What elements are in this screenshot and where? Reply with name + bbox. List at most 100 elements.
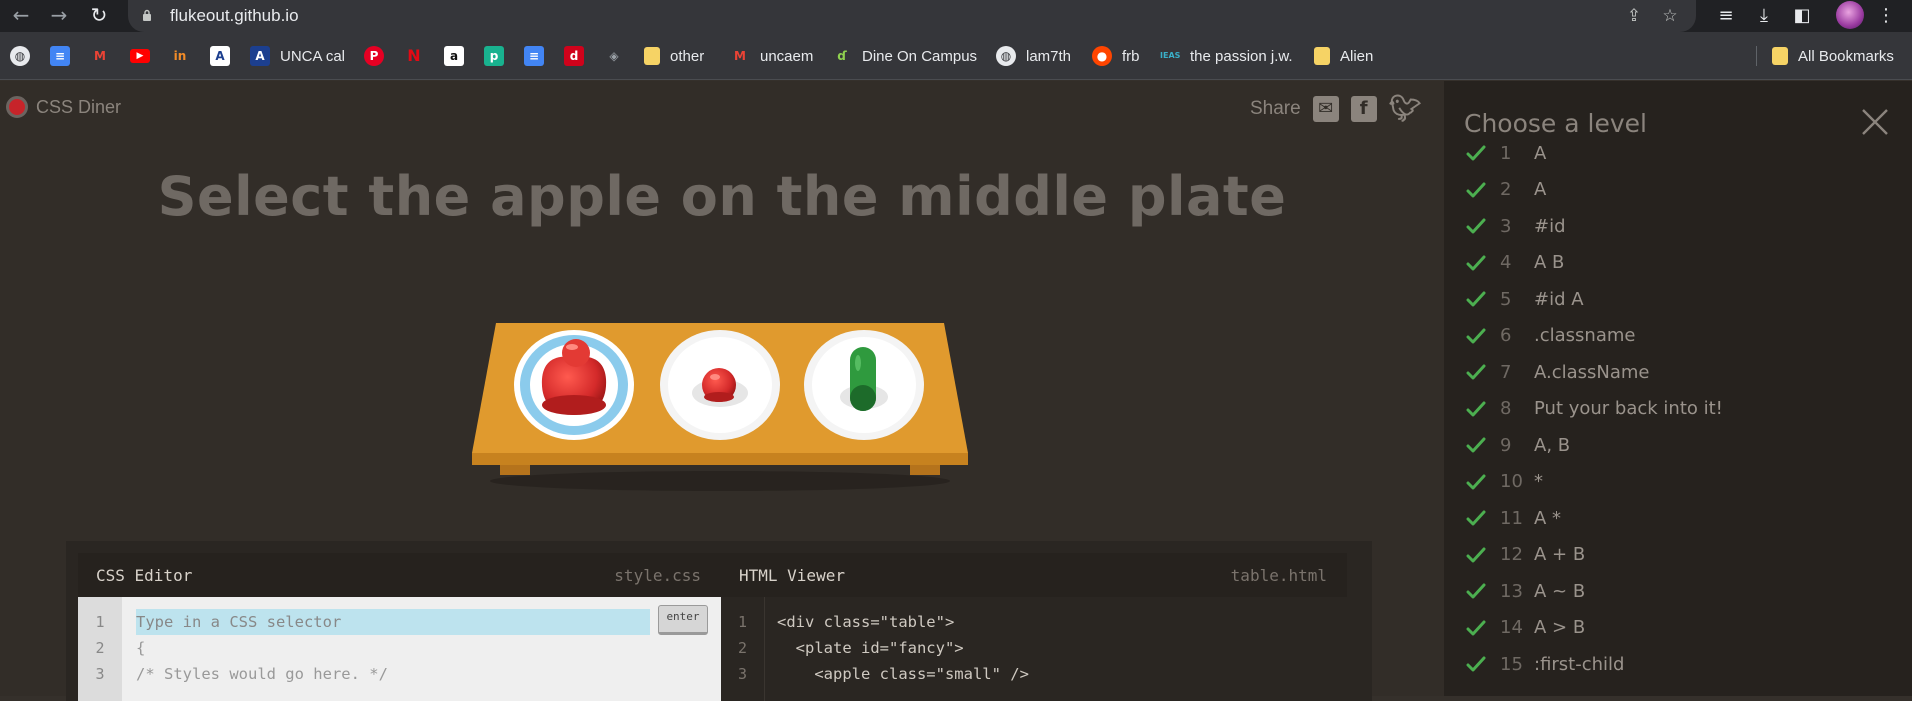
level-number: 6 [1500,325,1512,347]
level-item[interactable]: 2A [1466,172,1723,209]
netflix-icon: N [407,46,421,65]
css-editor: CSS Editor style.css 1 2 3 { /* Styles w… [78,553,721,701]
level-item[interactable]: 4 A B [1466,245,1723,282]
a-logo-icon: A [210,46,230,66]
gmail-icon: M [734,49,746,63]
bookmark-youtube[interactable]: ▶ [130,44,150,68]
css-editor-title: CSS Editor [96,565,193,585]
level-name: Put your back into it! [1534,398,1723,420]
bookmark-a[interactable]: A [210,44,230,68]
pickle[interactable] [850,347,876,411]
level-item[interactable]: 5 #id A [1466,281,1723,318]
amazon-icon: a [444,46,464,66]
enter-button[interactable]: enter [658,605,708,635]
bookmark-in[interactable]: in [170,44,190,68]
bookmark-lam7th[interactable]: ◍ lam7th [996,44,1071,68]
html-line[interactable]: <apple class="small" /> [777,661,1029,687]
star-icon[interactable]: ☆ [1658,4,1682,28]
html-viewer: HTML Viewer table.html 1 2 3 <div class=… [721,553,1347,701]
bookmark-layers[interactable]: ◈ [604,44,624,68]
level-item[interactable]: 3 #id [1466,208,1723,245]
bookmark-gmail[interactable]: M [90,44,110,68]
folder-icon [644,47,660,65]
level-name: A.className [1534,361,1650,383]
checkmark-icon [1466,437,1486,453]
level-name: :first-child [1534,653,1625,675]
checkmark-icon [1466,620,1486,636]
bookmark-folder-other[interactable]: other [644,44,704,68]
close-icon[interactable] [1860,107,1890,137]
level-item[interactable]: 13 A ~ B [1466,573,1723,610]
html-line[interactable]: <plate id="fancy"> [777,635,1029,661]
bookmark-amazon[interactable]: a [444,44,464,68]
bookmark-frb[interactable]: ● frb [1092,44,1140,68]
level-name: #id [1534,215,1566,237]
line-number: 3 [737,665,748,683]
level-item[interactable]: 1A [1466,135,1723,172]
css-editor-header: CSS Editor style.css [78,553,721,597]
html-viewer-title: HTML Viewer [739,565,845,585]
bookmark-globe[interactable]: ◍ [10,44,30,68]
level-item[interactable]: 15:first-child [1466,646,1723,683]
logo[interactable]: CSS Diner [6,96,121,118]
level-item[interactable]: 11 A * [1466,500,1723,537]
menu-kebab-icon[interactable]: ⋮ [1872,2,1900,30]
twitter-icon[interactable]: 🐦︎ [1389,96,1422,122]
level-number: 3 [1500,215,1512,237]
level-item[interactable]: 10 * [1466,464,1723,501]
bookmark-label: UNCA cal [280,47,346,65]
share-bar: Share ✉ f 🐦︎ [1250,96,1422,122]
bookmark-all[interactable]: All Bookmarks [1772,44,1894,68]
css-code-area: 1 2 3 { /* Styles would go here. */ ente… [78,597,721,701]
bookmark-dine-on-campus[interactable]: ɗ Dine On Campus [832,44,977,68]
bookmark-pinterest[interactable]: P [364,44,384,68]
level-item[interactable]: 9 A, B [1466,427,1723,464]
email-icon[interactable]: ✉ [1312,96,1339,122]
level-number: 12 [1500,544,1523,566]
bookmark-red-app[interactable]: d [564,44,584,68]
level-item[interactable]: 8 Put your back into it! [1466,391,1723,428]
share-page-icon[interactable]: ⇪ [1622,4,1646,28]
bookmark-label: frb [1122,47,1140,65]
bookmark-folder-alien[interactable]: Alien [1314,44,1373,68]
level-name: A * [1534,507,1562,529]
level-number: 5 [1500,288,1512,310]
bookmark-unca-cal[interactable]: A UNCA cal [250,44,345,68]
bookmark-docs-2[interactable]: ≡ [524,44,544,68]
level-item[interactable]: 14 A > B [1466,610,1723,647]
level-name: A > B [1534,617,1586,639]
html-viewer-header: HTML Viewer table.html [721,553,1347,597]
css-selector-input[interactable] [136,609,650,635]
checkmark-icon [1466,364,1486,380]
forward-arrow-icon[interactable]: → [44,0,74,30]
reading-list-icon[interactable]: ≡ [1712,2,1740,30]
bookmark-label: other [670,47,705,65]
checkmark-icon [1466,145,1486,161]
bookmarks-divider [1756,46,1757,66]
back-arrow-icon[interactable]: ← [6,0,36,30]
address-bar[interactable]: flukeout.github.io ⇪ ☆ [128,0,1696,32]
level-instruction: Select the apple on the middle plate [157,165,1287,228]
level-item[interactable]: 12 A + B [1466,537,1723,574]
level-item[interactable]: 7 A.className [1466,354,1723,391]
reload-icon[interactable]: ↻ [84,0,114,30]
css-editor-file: style.css [614,565,701,585]
bookmark-docs[interactable]: ≡ [50,44,70,68]
small-apple[interactable] [702,368,736,402]
download-icon[interactable]: ⤓ [1750,2,1778,30]
checkmark-icon [1466,291,1486,307]
side-panel-icon[interactable]: ◧ [1788,2,1816,30]
profile-avatar[interactable] [1836,1,1864,29]
bookmark-green-app[interactable]: p [484,44,504,68]
browser-toolbar: ← → ↻ flukeout.github.io ⇪ ☆ ≡ ⤓ ◧ ⋮ [0,0,1912,32]
code-line: /* Styles would go here. */ [136,665,388,683]
bookmark-passion-jw[interactable]: IEAS the passion j.w. [1160,44,1293,68]
bookmark-netflix[interactable]: N [404,44,424,68]
facebook-icon[interactable]: f [1350,96,1377,122]
bookmark-label: uncaem [760,47,814,65]
bookmark-uncaem[interactable]: Muncaem [730,44,813,68]
level-panel: Choose a level 1 A 2 A 3 #id 4 A B 5 #id A 6 .class… [1444,81,1912,696]
level-item[interactable]: 6 .classname [1466,318,1723,355]
html-line[interactable]: <div class="table"> [777,609,1029,635]
logo-text: CSS Diner [36,96,122,117]
